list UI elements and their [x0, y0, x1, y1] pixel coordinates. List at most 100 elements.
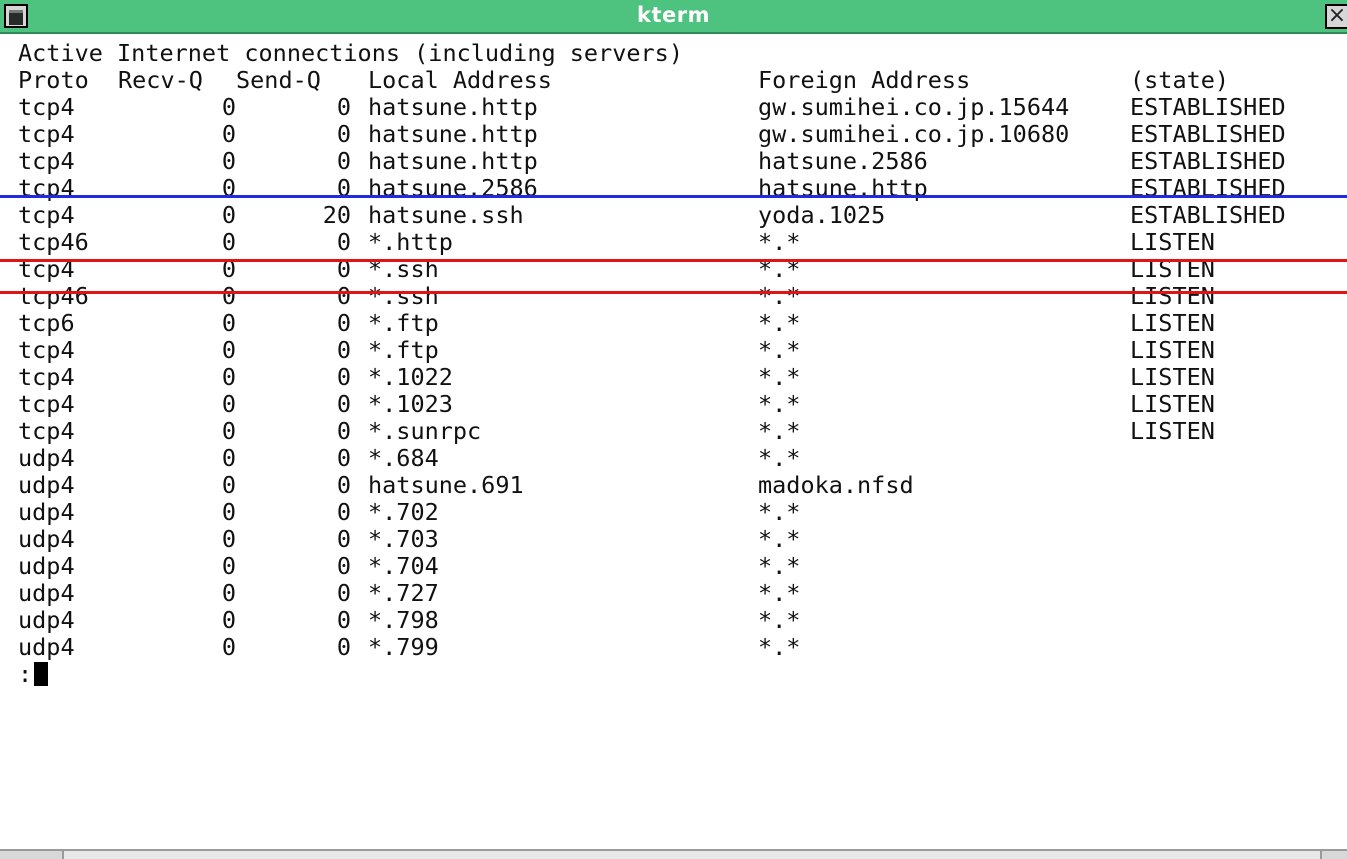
cell-local: hatsune.691	[368, 471, 524, 499]
cell-sendq: 0	[336, 579, 351, 607]
cell-state: LISTEN	[1130, 390, 1215, 418]
cell-proto: udp4	[18, 579, 75, 607]
cell-recvq: 0	[221, 201, 236, 229]
cell-local: *.ftp	[368, 309, 439, 337]
cell-state: LISTEN	[1130, 309, 1215, 337]
cell-local: *.799	[368, 633, 439, 661]
cell-foreign: *.*	[758, 606, 801, 634]
cell-proto: tcp4	[18, 93, 75, 121]
connection-row: udp4 0 0 *.798 *.*	[18, 607, 1338, 634]
cell-recvq: 0	[221, 147, 236, 175]
cell-local: *.1022	[368, 363, 453, 391]
cell-sendq: 0	[336, 309, 351, 337]
cell-sendq: 0	[336, 282, 351, 310]
terminal-output[interactable]: Active Internet connections (including s…	[0, 34, 1347, 849]
cell-sendq: 0	[336, 498, 351, 526]
cell-sendq: 0	[336, 552, 351, 580]
cell-local: *.1023	[368, 390, 453, 418]
output-heading: Active Internet connections (including s…	[18, 39, 683, 67]
cell-recvq: 0	[221, 120, 236, 148]
cell-proto: tcp4	[18, 120, 75, 148]
connection-row: tcp46 0 0 *.http *.* LISTEN	[18, 229, 1338, 256]
connection-row: tcp4 0 20 hatsune.ssh yoda.1025 ESTABLISHED	[18, 202, 1338, 229]
cell-proto: tcp4	[18, 363, 75, 391]
cell-local: *.sunrpc	[368, 417, 482, 445]
cell-local: hatsune.http	[368, 147, 538, 175]
cell-foreign: yoda.1025	[758, 201, 886, 229]
scrollbar-thumb[interactable]	[62, 851, 1322, 859]
cell-recvq: 0	[221, 633, 236, 661]
cell-proto: udp4	[18, 606, 75, 634]
cell-proto: udp4	[18, 471, 75, 499]
close-icon[interactable]: ×	[1325, 4, 1347, 29]
highlight-line-blue	[0, 195, 1347, 198]
cell-foreign: gw.sumihei.co.jp.10680	[758, 120, 1070, 148]
connection-row: tcp4 0 0 *.ftp *.* LISTEN	[18, 337, 1338, 364]
connection-row: udp4 0 0 *.702 *.*	[18, 499, 1338, 526]
cell-local: *.ftp	[368, 336, 439, 364]
connection-row: tcp4 0 0 hatsune.http gw.sumihei.co.jp.15644…	[18, 94, 1338, 121]
cell-recvq: 0	[221, 444, 236, 472]
cell-sendq: 0	[336, 633, 351, 661]
cell-proto: tcp4	[18, 201, 75, 229]
cell-local: hatsune.ssh	[368, 201, 524, 229]
highlight-line-red-top	[0, 259, 1347, 262]
cell-local: *.702	[368, 498, 439, 526]
prompt-char: :	[18, 660, 33, 688]
highlight-line-red-bottom	[0, 291, 1347, 294]
cell-state: LISTEN	[1130, 228, 1215, 256]
shell-prompt[interactable]: :	[18, 660, 49, 688]
cell-foreign: madoka.nfsd	[758, 471, 914, 499]
cell-sendq: 0	[336, 471, 351, 499]
cell-foreign: *.*	[758, 282, 801, 310]
cell-recvq: 0	[221, 606, 236, 634]
column-header-proto: Proto	[18, 66, 89, 94]
cell-local: hatsune.http	[368, 93, 538, 121]
cell-foreign: *.*	[758, 552, 801, 580]
cell-foreign: *.*	[758, 633, 801, 661]
cell-proto: tcp46	[18, 282, 89, 310]
connection-row: tcp4 0 0 hatsune.http gw.sumihei.co.jp.10680…	[18, 121, 1338, 148]
cell-sendq: 0	[336, 444, 351, 472]
cell-recvq: 0	[221, 363, 236, 391]
cell-foreign: *.*	[758, 579, 801, 607]
connection-row: udp4 0 0 *.703 *.*	[18, 526, 1338, 553]
cell-sendq: 0	[336, 228, 351, 256]
cell-recvq: 0	[221, 309, 236, 337]
cell-sendq: 0	[336, 93, 351, 121]
cell-proto: udp4	[18, 552, 75, 580]
window-title: kterm	[637, 3, 710, 27]
cell-foreign: *.*	[758, 336, 801, 364]
cell-foreign: *.*	[758, 390, 801, 418]
cell-state: ESTABLISHED	[1130, 201, 1286, 229]
cell-sendq: 0	[336, 525, 351, 553]
kterm-window: kterm × Active Internet connections (inc…	[0, 0, 1347, 859]
cell-recvq: 0	[221, 471, 236, 499]
cell-sendq: 0	[336, 390, 351, 418]
cell-foreign: *.*	[758, 417, 801, 445]
cell-proto: tcp6	[18, 309, 75, 337]
cell-foreign: hatsune.2586	[758, 147, 928, 175]
connection-row: tcp4 0 0 hatsune.http hatsune.2586 ESTABLISHE…	[18, 148, 1338, 175]
title-bar[interactable]: kterm ×	[0, 0, 1347, 34]
cell-local: *.684	[368, 444, 439, 472]
cell-state: ESTABLISHED	[1130, 120, 1286, 148]
connection-row: tcp4 0 0 *.1022 *.* LISTEN	[18, 364, 1338, 391]
cell-sendq: 0	[336, 363, 351, 391]
cell-sendq: 0	[336, 336, 351, 364]
text-cursor	[34, 662, 49, 686]
column-header-foreign: Foreign Address	[758, 66, 971, 94]
cell-proto: udp4	[18, 633, 75, 661]
column-header-local: Local Address	[368, 66, 552, 94]
cell-foreign: gw.sumihei.co.jp.15644	[758, 93, 1070, 121]
cell-sendq: 0	[336, 417, 351, 445]
cell-proto: tcp4	[18, 336, 75, 364]
cell-foreign: *.*	[758, 309, 801, 337]
horizontal-scrollbar[interactable]	[0, 849, 1347, 859]
column-header-sendq: Send-Q	[236, 66, 321, 94]
cell-state: LISTEN	[1130, 282, 1215, 310]
cell-recvq: 0	[221, 390, 236, 418]
cell-proto: udp4	[18, 444, 75, 472]
cell-local: hatsune.http	[368, 120, 538, 148]
cell-sendq: 0	[336, 606, 351, 634]
